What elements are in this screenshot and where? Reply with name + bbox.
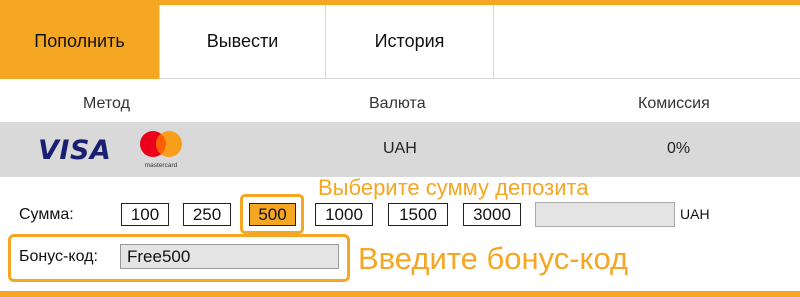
tab-bar-filler	[494, 5, 800, 79]
tab-deposit[interactable]: Пополнить	[0, 5, 160, 79]
header-currency: Валюта	[369, 95, 426, 112]
bonus-code-label: Бонус-код:	[19, 248, 98, 265]
payment-method-row[interactable]: VISA mastercard UAH 0%	[0, 122, 800, 177]
bonus-hint: Введите бонус-код	[358, 241, 629, 276]
tab-bar: Пополнить Вывести История	[0, 5, 800, 79]
amount-option-1000[interactable]: 1000	[315, 203, 373, 226]
bonus-code-input[interactable]	[120, 244, 339, 269]
custom-amount-input[interactable]	[535, 202, 675, 227]
amount-hint: Выберите сумму депозита	[318, 175, 589, 200]
amount-option-500[interactable]: 500	[249, 203, 296, 226]
amount-option-100[interactable]: 100	[121, 203, 169, 226]
amount-label: Сумма:	[19, 206, 74, 223]
mastercard-wordmark: mastercard	[145, 162, 178, 169]
visa-logo: VISA	[38, 135, 112, 166]
commission-value: 0%	[667, 140, 691, 157]
payment-table-header: Метод Валюта Комиссия	[0, 90, 800, 120]
tab-withdraw[interactable]: Вывести	[160, 5, 326, 79]
bottom-accent-border	[0, 291, 800, 297]
amount-currency-label: UAH	[680, 206, 710, 222]
tab-history[interactable]: История	[326, 5, 494, 79]
currency-value: UAH	[383, 140, 417, 157]
header-commission: Комиссия	[638, 95, 710, 112]
amount-option-1500[interactable]: 1500	[388, 203, 448, 226]
amount-option-3000[interactable]: 3000	[463, 203, 521, 226]
amount-option-250[interactable]: 250	[183, 203, 231, 226]
mastercard-logo: mastercard	[140, 131, 182, 169]
header-method: Метод	[83, 95, 130, 112]
